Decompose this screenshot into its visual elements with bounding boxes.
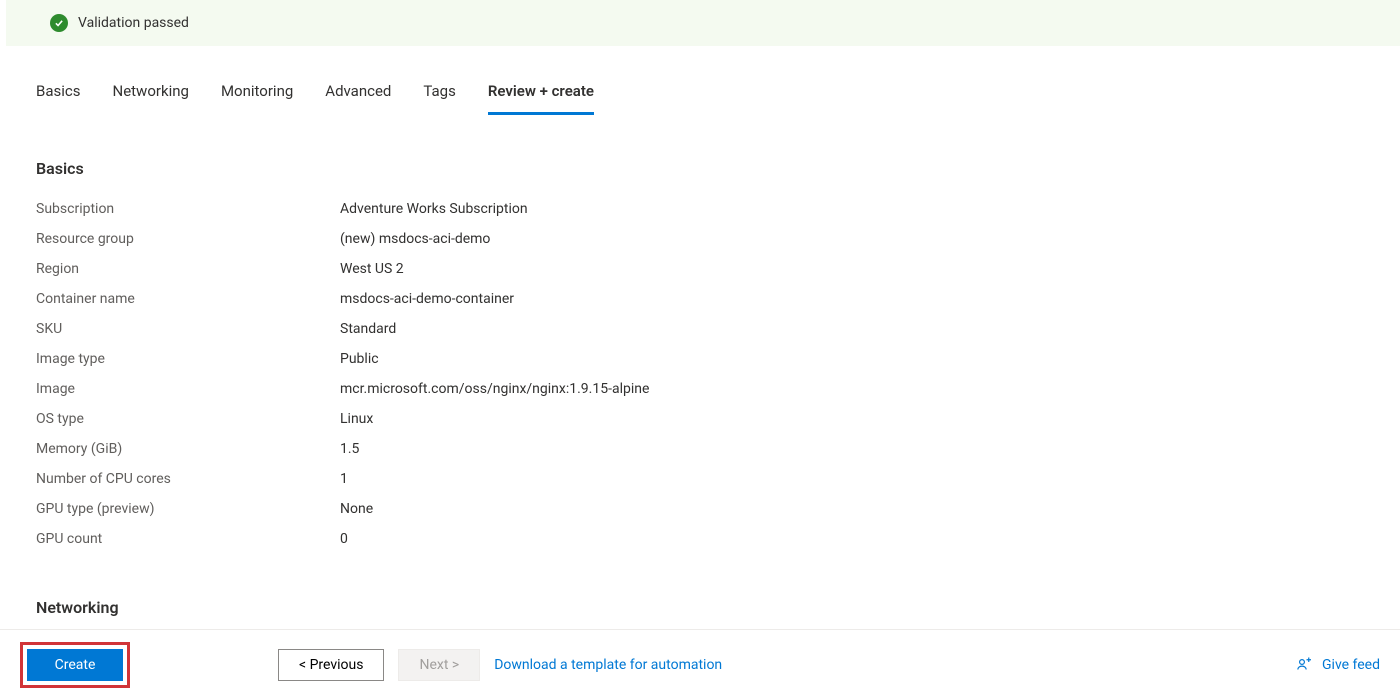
row-subscription: Subscription Adventure Works Subscriptio… xyxy=(36,194,1364,224)
value-cpu-cores: 1 xyxy=(340,464,348,494)
tab-networking[interactable]: Networking xyxy=(113,82,189,115)
wizard-footer: Create < Previous Next > Download a temp… xyxy=(0,629,1400,700)
value-memory: 1.5 xyxy=(340,434,359,464)
row-cpu-cores: Number of CPU cores 1 xyxy=(36,464,1364,494)
row-image-type: Image type Public xyxy=(36,344,1364,374)
value-gpu-type: None xyxy=(340,494,373,524)
label-region: Region xyxy=(36,254,340,284)
check-circle-icon xyxy=(50,14,68,32)
value-sku: Standard xyxy=(340,314,396,344)
validation-message: Validation passed xyxy=(78,15,189,31)
label-image-type: Image type xyxy=(36,344,340,374)
row-os-type: OS type Linux xyxy=(36,404,1364,434)
page-content: Basics Networking Monitoring Advanced Ta… xyxy=(0,82,1400,617)
value-resource-group: (new) msdocs-aci-demo xyxy=(340,224,490,254)
label-memory: Memory (GiB) xyxy=(36,434,340,464)
row-sku: SKU Standard xyxy=(36,314,1364,344)
tab-monitoring[interactable]: Monitoring xyxy=(221,82,293,115)
label-subscription: Subscription xyxy=(36,194,340,224)
label-image: Image xyxy=(36,374,340,404)
row-resource-group: Resource group (new) msdocs-aci-demo xyxy=(36,224,1364,254)
validation-banner: Validation passed xyxy=(6,0,1400,46)
label-sku: SKU xyxy=(36,314,340,344)
label-gpu-type: GPU type (preview) xyxy=(36,494,340,524)
tab-tags[interactable]: Tags xyxy=(423,82,455,115)
label-container-name: Container name xyxy=(36,284,340,314)
tab-advanced[interactable]: Advanced xyxy=(325,82,391,115)
give-feedback-link[interactable]: Give feed xyxy=(1296,656,1380,674)
label-resource-group: Resource group xyxy=(36,224,340,254)
give-feedback-label: Give feed xyxy=(1322,657,1380,673)
section-basics-title: Basics xyxy=(36,159,1364,178)
tab-basics[interactable]: Basics xyxy=(36,82,81,115)
value-image-type: Public xyxy=(340,344,379,374)
create-highlight: Create xyxy=(20,642,130,688)
label-gpu-count: GPU count xyxy=(36,524,340,554)
next-button: Next > xyxy=(398,649,480,681)
label-os-type: OS type xyxy=(36,404,340,434)
create-button[interactable]: Create xyxy=(27,649,123,681)
value-subscription: Adventure Works Subscription xyxy=(340,194,528,224)
row-region: Region West US 2 xyxy=(36,254,1364,284)
value-container-name: msdocs-aci-demo-container xyxy=(340,284,514,314)
label-cpu-cores: Number of CPU cores xyxy=(36,464,340,494)
row-memory: Memory (GiB) 1.5 xyxy=(36,434,1364,464)
row-gpu-type: GPU type (preview) None xyxy=(36,494,1364,524)
row-image: Image mcr.microsoft.com/oss/nginx/nginx:… xyxy=(36,374,1364,404)
value-gpu-count: 0 xyxy=(340,524,348,554)
row-gpu-count: GPU count 0 xyxy=(36,524,1364,554)
feedback-icon xyxy=(1296,656,1314,674)
wizard-tabs: Basics Networking Monitoring Advanced Ta… xyxy=(36,82,1364,115)
value-image: mcr.microsoft.com/oss/nginx/nginx:1.9.15… xyxy=(340,374,649,404)
value-region: West US 2 xyxy=(340,254,404,284)
previous-button[interactable]: < Previous xyxy=(278,649,384,681)
download-template-link[interactable]: Download a template for automation xyxy=(494,657,722,673)
value-os-type: Linux xyxy=(340,404,373,434)
row-container-name: Container name msdocs-aci-demo-container xyxy=(36,284,1364,314)
tab-review-create[interactable]: Review + create xyxy=(488,82,594,115)
section-networking-title: Networking xyxy=(36,598,1364,617)
